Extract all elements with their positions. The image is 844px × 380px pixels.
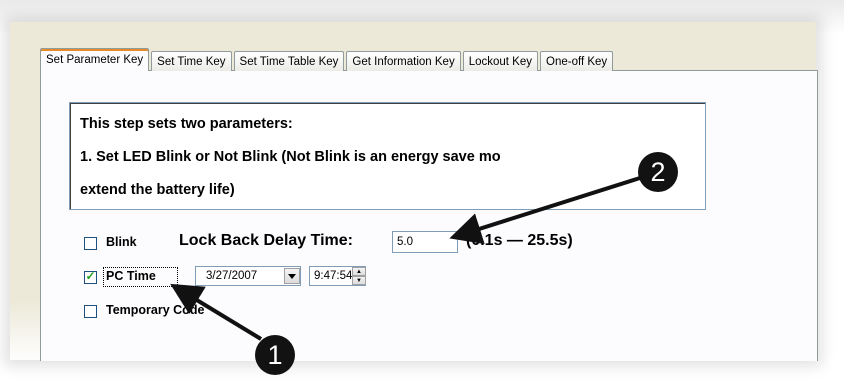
callout-badge-2: 2 [638, 152, 678, 192]
arrow-1 [170, 283, 263, 341]
callout-badge-1: 1 [255, 335, 295, 375]
tab-set-parameter-key[interactable]: Set Parameter Key [40, 48, 150, 71]
arrow-2 [449, 176, 641, 245]
